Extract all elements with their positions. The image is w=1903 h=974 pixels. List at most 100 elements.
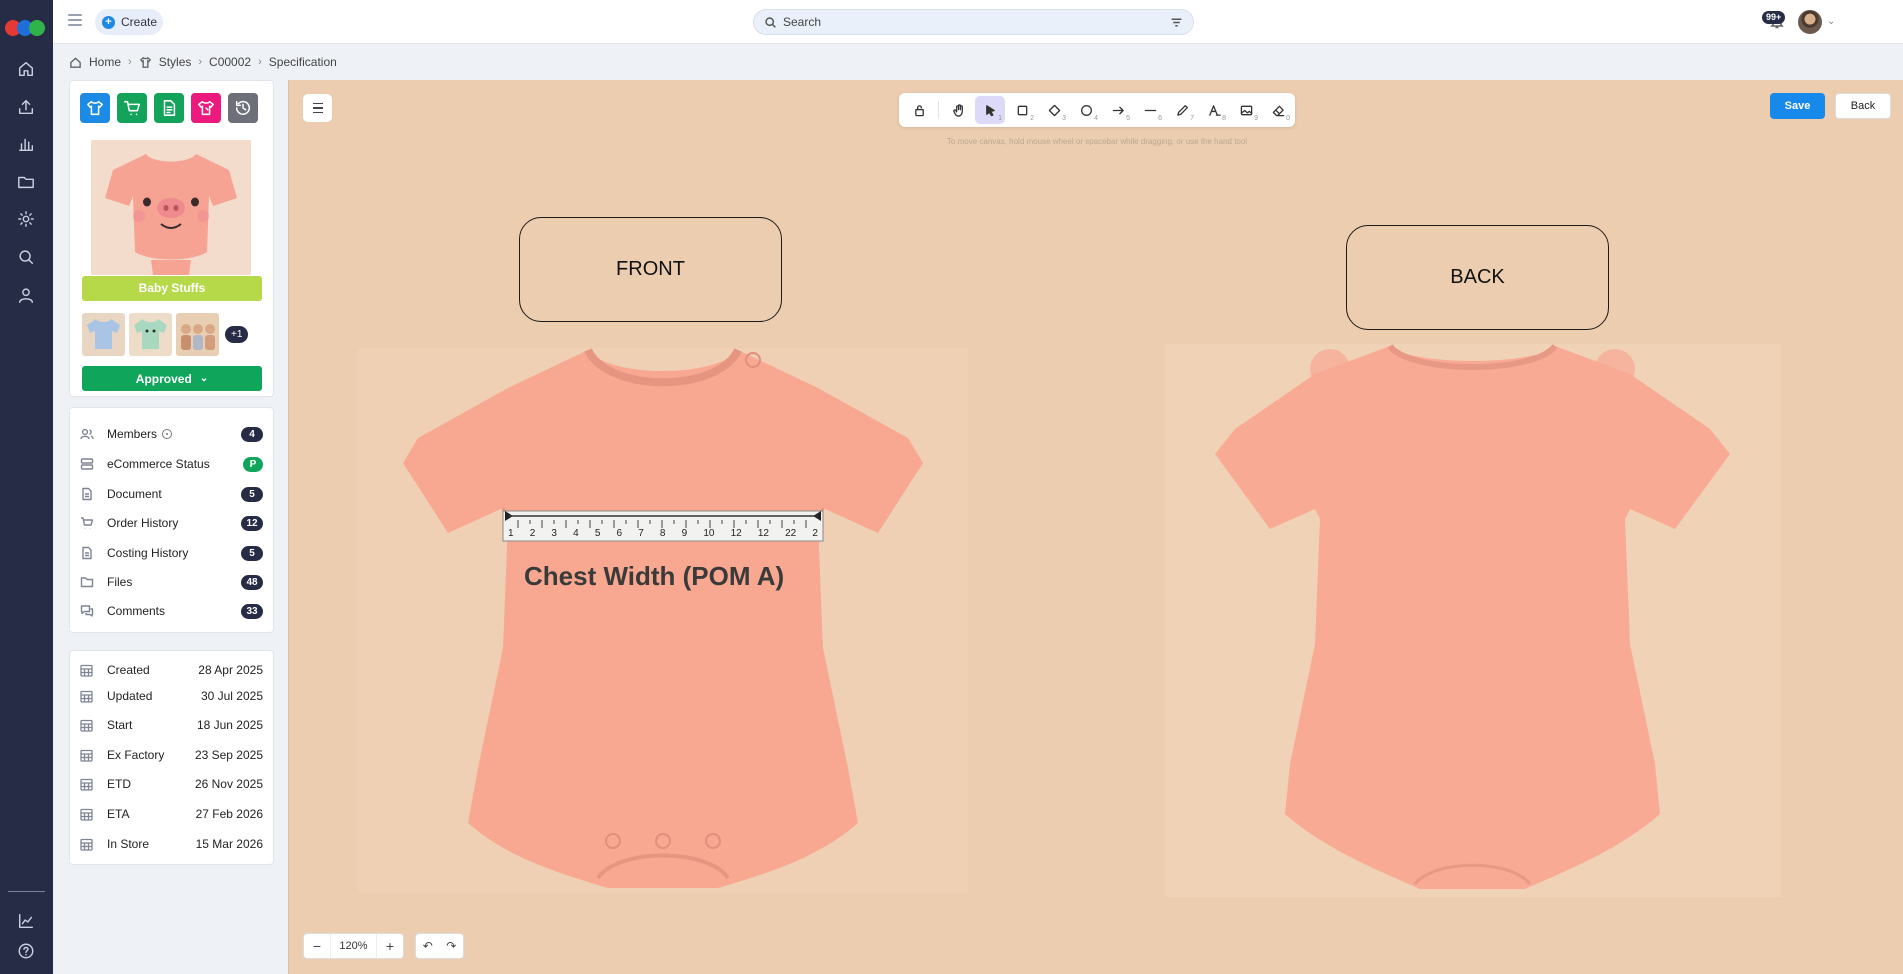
menu-item-document[interactable]: Document 5	[70, 482, 273, 506]
back-button[interactable]: Back	[1835, 93, 1891, 119]
chevron-right-icon: ›	[128, 56, 132, 68]
date-row: Created 28 Apr 2025	[70, 659, 273, 681]
menu-toggle-icon[interactable]	[68, 14, 82, 28]
date-row: Updated 30 Jul 2025	[70, 685, 273, 707]
top-bar: + Create	[53, 0, 1903, 44]
date-value: 28 Apr 2025	[198, 663, 263, 677]
drawing-canvas[interactable]: 1 2 3 4 5 6 7 8 9 0 To move canvas, hold…	[288, 80, 1903, 974]
home-icon[interactable]	[15, 58, 37, 80]
shortcut-key: 3	[1062, 115, 1066, 122]
image-tool-icon[interactable]: 9	[1231, 96, 1261, 124]
calendar-icon	[80, 719, 93, 732]
chest-width-label[interactable]: Chest Width (POM A)	[524, 561, 784, 592]
chart-icon[interactable]	[15, 133, 37, 155]
product-card: Baby Stuffs +1 Approved ⌄	[69, 80, 274, 397]
user-icon[interactable]	[15, 284, 37, 306]
shortcut-key: 2	[1030, 115, 1034, 122]
date-row: Start 18 Jun 2025	[70, 714, 273, 736]
chevron-right-icon: ›	[198, 56, 203, 68]
search-bar[interactable]	[753, 9, 1194, 35]
shirt-icon	[139, 56, 151, 68]
hand-tool-icon[interactable]	[944, 96, 974, 124]
menu-item-label: Members	[107, 427, 158, 441]
left-rail	[0, 0, 53, 974]
category-tag: Baby Stuffs	[82, 276, 262, 301]
create-button[interactable]: + Create	[95, 9, 163, 35]
settings-icon[interactable]	[15, 208, 37, 230]
product-main-image[interactable]	[91, 140, 251, 275]
breadcrumb-home[interactable]: Home	[89, 55, 121, 69]
select-tool-icon[interactable]: 1	[975, 96, 1005, 124]
thumbnail-babies[interactable]	[176, 313, 219, 356]
date-row: Ex Factory 23 Sep 2025	[70, 744, 273, 766]
undo-icon[interactable]: ↶	[416, 934, 440, 958]
text-tool-icon[interactable]: 8	[1199, 96, 1229, 124]
ruler-number: 5	[594, 528, 601, 539]
menu-item-order-history[interactable]: Order History 12	[70, 511, 273, 535]
front-garment-image[interactable]: 1 2 3 4 5 6 7 8 9 10 12 12 22 2 Chest Wi…	[358, 348, 968, 893]
history-icon[interactable]	[228, 93, 258, 123]
chevron-down-icon[interactable]: ⌄	[1827, 16, 1835, 27]
drawing-toolbar: 1 2 3 4 5 6 7 8 9 0	[899, 93, 1295, 127]
back-garment-image[interactable]	[1165, 344, 1781, 897]
ellipse-tool-icon[interactable]: 4	[1071, 96, 1101, 124]
history-controls: ↶ ↷	[415, 933, 464, 959]
folder-icon[interactable]	[15, 171, 37, 193]
quick-actions	[80, 93, 258, 123]
menu-item-label: Files	[107, 575, 133, 589]
breadcrumb-styles[interactable]: Styles	[159, 55, 192, 69]
calendar-icon	[80, 808, 93, 821]
menu-item-costing-history[interactable]: Costing History 5	[70, 541, 273, 565]
front-label-shape[interactable]: FRONT	[519, 217, 782, 322]
users-icon	[80, 427, 94, 441]
order-cart-icon[interactable]	[117, 93, 147, 123]
shortcut-key: 8	[1222, 115, 1226, 122]
zoom-in-icon[interactable]: +	[377, 934, 403, 958]
search-icon[interactable]	[15, 246, 37, 268]
shortcut-key: 4	[1094, 115, 1098, 122]
more-images-badge[interactable]: +1	[225, 326, 249, 343]
zoom-controls: − 120% +	[303, 933, 404, 959]
upload-icon[interactable]	[15, 96, 37, 118]
lock-icon[interactable]	[904, 96, 934, 124]
status-badge: P	[243, 456, 263, 472]
back-label-shape[interactable]: BACK	[1346, 225, 1609, 330]
line-tool-icon[interactable]: 6	[1135, 96, 1165, 124]
zoom-out-icon[interactable]: −	[304, 934, 330, 958]
app-logo[interactable]	[5, 20, 49, 36]
search-input[interactable]	[783, 15, 1164, 29]
canvas-menu-icon[interactable]	[303, 94, 332, 122]
redo-icon[interactable]: ↷	[440, 934, 464, 958]
sample-shirt-icon[interactable]	[191, 93, 221, 123]
reports-icon[interactable]	[15, 910, 37, 932]
diamond-tool-icon[interactable]: 3	[1039, 96, 1069, 124]
thumbnail-blue[interactable]	[82, 313, 125, 356]
style-shirt-icon[interactable]	[80, 93, 110, 123]
save-button[interactable]: Save	[1770, 93, 1825, 119]
dates-card: Created 28 Apr 2025 Updated 30 Jul 2025 …	[69, 650, 274, 865]
eraser-tool-icon[interactable]: 0	[1263, 96, 1293, 124]
help-icon[interactable]	[15, 940, 37, 962]
thumbnail-green[interactable]	[129, 313, 172, 356]
ecommerce-icon	[80, 457, 94, 471]
pencil-tool-icon[interactable]: 7	[1167, 96, 1197, 124]
breadcrumb-style-code[interactable]: C00002	[209, 55, 251, 69]
date-row: ETA 27 Feb 2026	[70, 803, 273, 825]
ruler-number: 1	[508, 528, 514, 539]
arrow-tool-icon[interactable]: 5	[1103, 96, 1133, 124]
info-icon[interactable]	[162, 429, 173, 439]
filter-icon[interactable]	[1170, 16, 1183, 29]
shortcut-key: 5	[1126, 115, 1130, 122]
status-dropdown[interactable]: Approved ⌄	[82, 366, 262, 391]
user-avatar[interactable]	[1798, 10, 1822, 34]
zoom-level[interactable]: 120%	[330, 934, 377, 958]
menu-item-ecommerce-status[interactable]: eCommerce Status P	[70, 452, 273, 476]
menu-item-comments[interactable]: Comments 33	[70, 599, 273, 623]
ruler-number: 6	[616, 528, 623, 539]
details-menu-card: Members 4 eCommerce Status P Document 5 …	[69, 407, 274, 633]
rectangle-tool-icon[interactable]: 2	[1007, 96, 1037, 124]
costing-sheet-icon[interactable]	[154, 93, 184, 123]
menu-item-members[interactable]: Members 4	[70, 422, 273, 446]
menu-item-files[interactable]: Files 48	[70, 570, 273, 594]
count-badge: 33	[241, 603, 263, 619]
